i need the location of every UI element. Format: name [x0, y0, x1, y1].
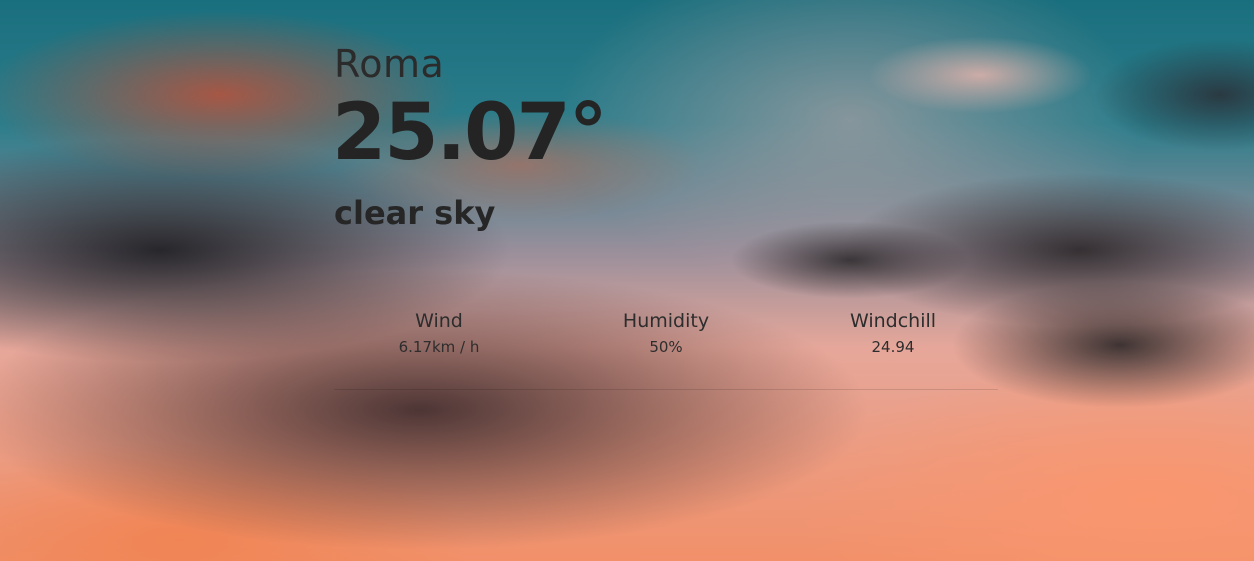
wind-label: Wind: [415, 310, 463, 332]
city-name: Roma: [334, 42, 445, 86]
wind-value: 6.17km / h: [398, 338, 480, 356]
humidity-label: Humidity: [622, 310, 710, 332]
windchill-stat: Windchill 24.94: [788, 306, 998, 389]
windchill-label: Windchill: [849, 310, 937, 332]
humidity-stat: Humidity 50%: [561, 306, 771, 389]
temperature: 25.07°: [332, 88, 608, 178]
windchill-value: 24.94: [871, 338, 915, 356]
weather-stats: Wind 6.17km / h Humidity 50% Windchill 2…: [334, 306, 998, 390]
humidity-value: 50%: [649, 338, 683, 356]
weather-card: Roma 25.07° clear sky Wind 6.17km / h Hu…: [332, 38, 998, 392]
wind-stat: Wind 6.17km / h: [334, 306, 544, 389]
weather-description: clear sky: [334, 194, 496, 232]
